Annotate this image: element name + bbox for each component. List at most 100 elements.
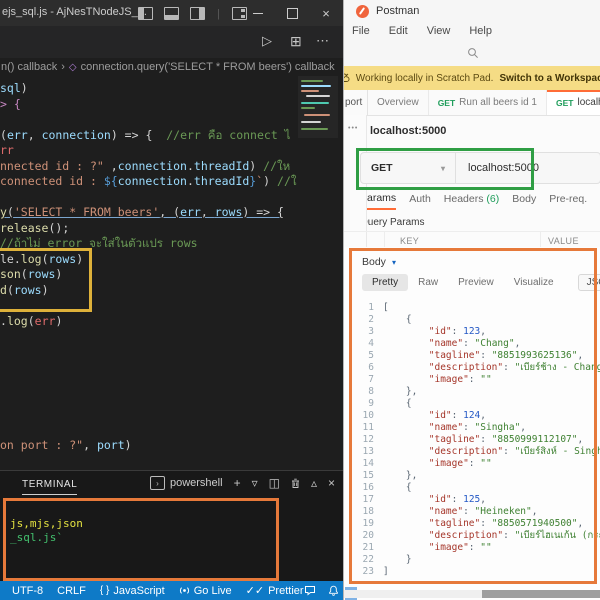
launch-profile-chevron-icon[interactable]: ▿ <box>252 476 258 490</box>
format-pretty[interactable]: Pretty <box>362 274 408 291</box>
tab-body[interactable]: Body <box>512 193 536 209</box>
json-line: 22 } <box>344 554 600 566</box>
line-number: 7 <box>344 374 383 386</box>
split-editor-icon[interactable]: ⊞ <box>290 33 302 50</box>
minimize-button[interactable] <box>241 0 275 26</box>
tab-auth[interactable]: Auth <box>409 193 431 209</box>
menu-help[interactable]: Help <box>469 25 492 37</box>
app-title: Postman <box>376 5 419 17</box>
line-number: 23 <box>344 566 383 576</box>
horizontal-scrollbar[interactable] <box>344 590 600 598</box>
new-terminal-icon[interactable]: + <box>234 476 241 490</box>
vscode-titlebar: ejs_sql.js - AjNesTNodeJS_... | × <box>0 0 343 26</box>
shell-selector[interactable]: › powershell <box>150 476 223 490</box>
json-line: 12 "tagline": "8850999112107", <box>344 434 600 446</box>
format-preview[interactable]: Preview <box>448 274 504 291</box>
json-line: 21 "image": "" <box>344 542 600 554</box>
line-number: 6 <box>344 362 383 374</box>
line-number: 14 <box>344 458 383 470</box>
bell-icon[interactable] <box>328 585 339 596</box>
breadcrumb-item[interactable]: n() callback <box>1 61 57 73</box>
response-section: Body ▾ Pretty Raw Preview Visualize JSON… <box>344 247 600 600</box>
close-panel-icon[interactable]: × <box>328 476 335 490</box>
toggle-panel-icon[interactable] <box>164 7 179 20</box>
import-button[interactable]: port <box>344 90 368 115</box>
request-url-row: GET ▾ localhost:5000 <box>344 146 600 189</box>
code-line: .log(err) <box>0 314 343 330</box>
code-area[interactable]: sql)> { (err, connection) => { //err คือ… <box>0 76 343 470</box>
url-input[interactable]: localhost:5000 <box>456 162 539 174</box>
tab-run-all-beers[interactable]: GET Run all beers id 1 <box>429 90 547 115</box>
feedback-icon[interactable] <box>304 585 316 596</box>
line-number: 9 <box>344 398 383 410</box>
json-line: 2 { <box>344 314 600 326</box>
code-line: js,mjs,json <box>10 517 83 531</box>
code-line: le.log(rows) <box>0 252 343 268</box>
json-line: 11 "name": "Singha", <box>344 422 600 434</box>
language-indicator[interactable]: { } JavaScript <box>100 585 165 597</box>
minimap[interactable] <box>298 76 338 138</box>
switch-workspace-link[interactable]: Switch to a Workspace <box>499 73 600 84</box>
response-format-tabs: Pretty Raw Preview Visualize JSON ▾ <box>344 268 600 291</box>
json-line: 4 "name": "Chang", <box>344 338 600 350</box>
search-icon[interactable] <box>467 47 479 59</box>
json-line: 13 "description": "เบียร์สิงห์ - Singha <box>344 446 600 458</box>
go-live-button[interactable]: Go Live <box>179 585 232 597</box>
method-badge: GET <box>438 98 455 108</box>
prettier-indicator[interactable]: ✓✓ Prettier <box>246 584 304 597</box>
format-visualize[interactable]: Visualize <box>504 274 564 291</box>
chevron-right-icon: › <box>61 61 65 73</box>
postman-logo-icon <box>356 5 369 18</box>
toggle-secondary-sidebar-icon[interactable] <box>190 7 205 20</box>
response-body-dropdown[interactable]: Body ▾ <box>344 247 600 268</box>
line-number: 5 <box>344 350 383 362</box>
scrollbar-thumb[interactable] <box>482 590 600 598</box>
menu-file[interactable]: File <box>352 25 370 37</box>
query-params-label: Query Params <box>344 213 600 231</box>
more-actions-icon[interactable]: ⋯ <box>316 33 330 49</box>
divider: | <box>217 8 220 20</box>
language-select[interactable]: JSON ▾ <box>578 274 600 291</box>
code-line: > { <box>0 97 343 113</box>
toggle-sidebar-icon[interactable] <box>138 7 153 20</box>
code-line: rr <box>0 143 343 159</box>
method-select[interactable]: GET ▾ <box>361 153 456 183</box>
breadcrumb-item[interactable]: connection.query('SELECT * FROM beers') … <box>81 61 335 73</box>
kill-terminal-icon[interactable] <box>291 478 300 489</box>
method-badge: GET <box>556 98 573 108</box>
terminal-output[interactable]: js,mjs,json_sql.js` <box>10 517 83 544</box>
line-number: 10 <box>344 410 383 422</box>
run-icon[interactable]: ▷ <box>262 33 272 49</box>
line-number: 20 <box>344 530 383 542</box>
tab-overview[interactable]: Overview <box>368 90 429 115</box>
tab-prerequest[interactable]: Pre-req. <box>549 193 587 209</box>
tab-terminal[interactable]: TERMINAL <box>22 479 77 495</box>
line-number: 19 <box>344 518 383 530</box>
eol-indicator[interactable]: CRLF <box>57 585 86 597</box>
code-line <box>0 422 343 438</box>
chevron-down-icon: ▾ <box>392 258 396 267</box>
format-raw[interactable]: Raw <box>408 274 448 291</box>
tab-headers[interactable]: Headers (6) <box>444 193 499 209</box>
menu-view[interactable]: View <box>427 25 451 37</box>
more-options-icon[interactable]: ••• <box>348 125 358 132</box>
menu-edit[interactable]: Edit <box>389 25 408 37</box>
close-button[interactable]: × <box>309 0 343 26</box>
code-line: //ถ้าไม่ error จะใส่ในตัวแปร rows <box>0 236 343 252</box>
code-line: (err, connection) => { //err คือ connect… <box>0 128 343 144</box>
tab-localhost-5000[interactable]: GET localhost:5 <box>547 90 600 115</box>
breadcrumb[interactable]: n() callback › ◇ connection.query('SELEC… <box>0 58 343 76</box>
code-line: release(); <box>0 221 343 237</box>
code-line <box>0 329 343 345</box>
response-json-viewer[interactable]: 1[2 {3 "id": 123,4 "name": "Chang",5 "ta… <box>344 302 600 576</box>
split-terminal-icon[interactable]: ◫ <box>269 476 280 490</box>
code-editor[interactable]: sql)> { (err, connection) => { //err คือ… <box>0 76 343 470</box>
method-url-bar: GET ▾ localhost:5000 <box>360 152 600 184</box>
encoding-indicator[interactable]: UTF-8 <box>12 585 43 597</box>
maximize-button[interactable] <box>275 0 309 26</box>
json-line: 17 "id": 125, <box>344 494 600 506</box>
vscode-statusbar: UTF-8 CRLF { } JavaScript Go Live ✓✓ Pre… <box>0 581 343 600</box>
json-line: 16 { <box>344 482 600 494</box>
maximize-panel-icon[interactable]: ▵ <box>311 476 317 490</box>
line-number: 18 <box>344 506 383 518</box>
